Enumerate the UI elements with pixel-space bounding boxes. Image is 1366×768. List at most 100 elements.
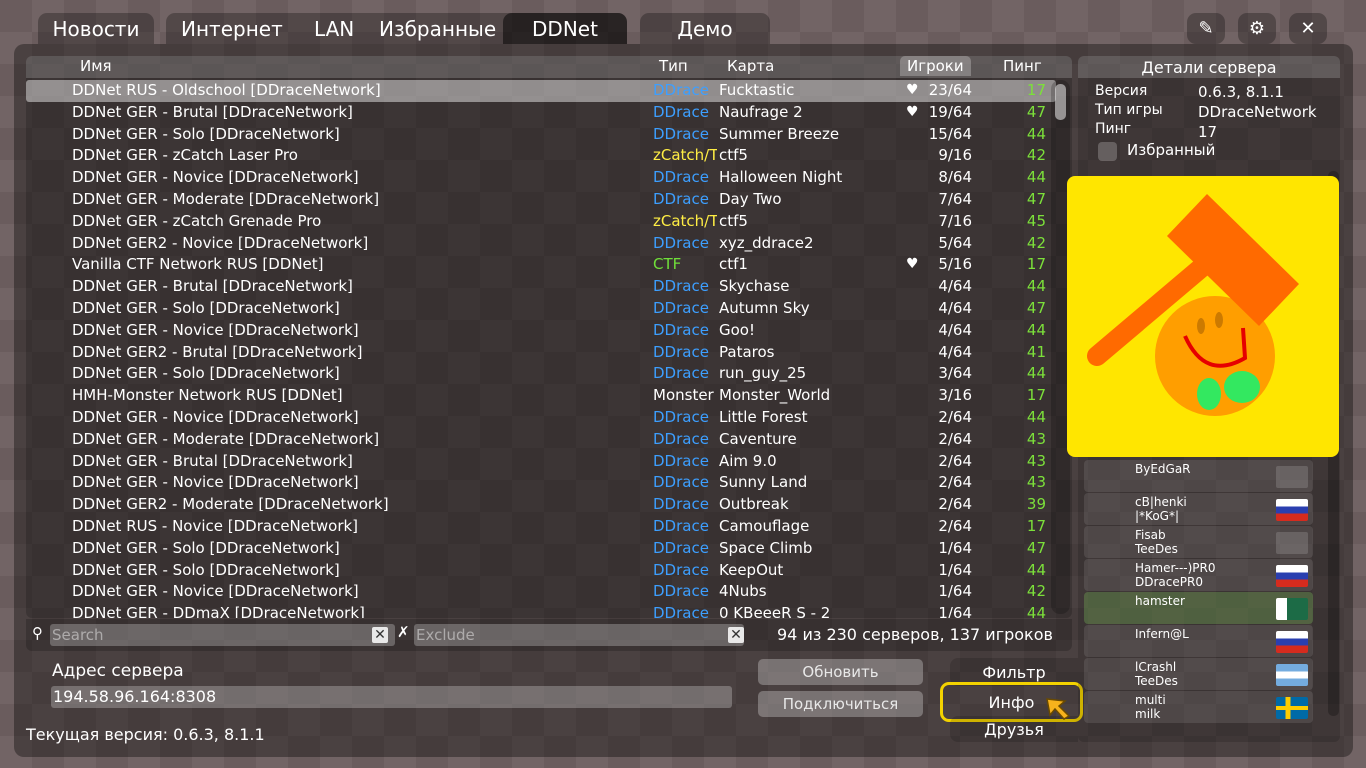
server-ping: 41 (1026, 342, 1046, 361)
server-gametype: DDrace (653, 81, 709, 99)
clear-exclude-button[interactable]: ✕ (728, 627, 744, 643)
column-ping[interactable]: Пинг (1003, 57, 1042, 75)
server-row[interactable]: DDNet GER2 - Brutal [DDraceNetwork] DDrac… (26, 342, 1056, 364)
server-row[interactable]: DDNet GER - Novice [DDraceNetwork] DDrace… (26, 472, 1056, 494)
server-row[interactable]: DDNet GER - Brutal [DDraceNetwork] DDrace… (26, 102, 1056, 124)
server-row[interactable]: DDNet GER - Moderate [DDraceNetwork] DDra… (26, 429, 1056, 451)
server-name: DDNet GER - Novice [DDraceNetwork] (72, 473, 359, 492)
flag-ar-icon (1276, 664, 1308, 686)
settings-button[interactable]: ⚙ (1238, 13, 1276, 44)
server-row[interactable]: DDNet GER - Solo [DDraceNetwork] DDrace Au… (26, 298, 1056, 320)
server-row[interactable]: DDNet GER - zCatch Grenade Pro zCatch/T ct… (26, 211, 1056, 233)
edit-button[interactable]: ✎ (1187, 13, 1225, 44)
refresh-button[interactable]: Обновить (758, 659, 923, 685)
server-ping: 45 (1026, 211, 1046, 230)
friend-item[interactable]: Fisab TeeDes (1084, 526, 1313, 558)
server-ping: 47 (1026, 102, 1046, 121)
server-row[interactable]: DDNet GER - Solo [DDraceNetwork] DDrace Su… (26, 124, 1056, 146)
tab-favorites[interactable]: Избранные (379, 13, 496, 44)
clear-search-button[interactable]: ✕ (372, 627, 388, 643)
friend-name: ByEdGaR (1135, 462, 1191, 476)
server-map: 4Nubs (719, 582, 767, 601)
server-row[interactable]: DDNet GER - Novice [DDraceNetwork] DDrace… (26, 320, 1056, 342)
server-gametype: DDrace (653, 408, 709, 426)
search-input[interactable]: Search (50, 624, 395, 646)
friend-name: lCrashl TeeDes (1135, 660, 1178, 688)
server-gametype: DDrace (653, 560, 709, 579)
tab-lan[interactable]: LAN (314, 13, 354, 44)
column-name[interactable]: Имя (80, 57, 112, 75)
server-gametype: DDrace (653, 124, 709, 143)
server-ping: 17 (1026, 517, 1046, 535)
server-row[interactable]: DDNet GER - zCatch Laser Pro zCatch/T ctf5… (26, 145, 1056, 167)
friend-name: Infern@L (1135, 627, 1189, 641)
favorite-checkbox[interactable] (1098, 142, 1117, 161)
server-row[interactable]: DDNet GER2 - Novice [DDraceNetwork] DDrac… (26, 233, 1056, 255)
server-name: DDNet GER - zCatch Laser Pro (72, 146, 298, 165)
friend-item[interactable]: Infern@L (1084, 625, 1313, 657)
flag-ru-icon (1276, 565, 1308, 587)
server-row[interactable]: DDNet RUS - Oldschool [DDraceNetwork] DDr… (26, 80, 1056, 102)
gear-icon: ⚙ (1248, 18, 1266, 39)
server-row[interactable]: DDNet GER - Novice [DDraceNetwork] DDrace… (26, 407, 1056, 429)
column-map[interactable]: Карта (727, 57, 774, 75)
server-map: Day Two (719, 190, 782, 208)
tab-demo[interactable]: Демо (640, 13, 770, 44)
server-row[interactable]: DDNet GER - Solo [DDraceNetwork] DDrace ru… (26, 363, 1056, 385)
friend-item[interactable]: cB|henki |*KoG*| (1084, 493, 1313, 525)
server-players: 1/64 (938, 582, 972, 601)
search-icon: ⚲ (32, 624, 43, 642)
server-row[interactable]: DDNet RUS - Novice [DDraceNetwork] DDrace… (26, 516, 1056, 538)
server-row[interactable]: DDNet GER - Novice [DDraceNetwork] DDrace… (26, 167, 1056, 189)
server-row[interactable]: DDNet GER - Novice [DDraceNetwork] DDrace… (26, 581, 1056, 603)
server-players: 2/64 (938, 517, 972, 535)
server-row[interactable]: DDNet GER - Moderate [DDraceNetwork] DDra… (26, 189, 1056, 211)
server-address-label: Адрес сервера (52, 661, 184, 681)
server-row[interactable]: DDNet GER2 - Moderate [DDraceNetwork] DDr… (26, 494, 1056, 516)
exclude-icon: ✗ (397, 623, 410, 641)
server-row[interactable]: DDNet GER - Brutal [DDraceNetwork] DDrace… (26, 276, 1056, 298)
column-type[interactable]: Тип (659, 57, 688, 75)
details-title: Детали сервера (1141, 57, 1277, 77)
server-row[interactable]: Vanilla CTF Network RUS [DDNet] CTF ctf1 ♥ 5… (26, 254, 1056, 276)
tab-ddnet[interactable]: DDNet (503, 13, 627, 44)
server-players: 1/64 (938, 538, 972, 557)
friend-name-line: Hamer---)PR0 (1135, 561, 1216, 575)
friend-name-line: cB|henki (1135, 495, 1187, 509)
server-map: Pataros (719, 342, 775, 361)
friend-item[interactable]: hamster (1084, 592, 1313, 624)
friend-item[interactable]: ByEdGaR (1084, 460, 1313, 492)
server-gametype: zCatch/T (653, 211, 717, 230)
connect-button[interactable]: Подключиться (758, 691, 923, 717)
server-players: 7/64 (938, 190, 972, 208)
server-players: 2/64 (938, 408, 972, 426)
tab-news[interactable]: Новости (38, 13, 154, 44)
friend-clan-line: |*KoG*| (1135, 509, 1179, 523)
scrollbar-thumb[interactable] (1055, 84, 1066, 120)
tab-internet[interactable]: Интернет (181, 13, 283, 44)
server-address-input[interactable]: 194.58.96.164:8308 (51, 686, 732, 708)
friend-name-line: Fisab (1135, 528, 1166, 542)
friend-name-line: lCrashl (1135, 660, 1177, 674)
server-ping: 44 (1026, 604, 1046, 618)
server-map: Naufrage 2 (719, 102, 803, 121)
server-map: ctf1 (719, 255, 748, 274)
favorite-label: Избранный (1127, 141, 1216, 159)
exclude-input[interactable]: Exclude (414, 624, 744, 646)
friend-item[interactable]: Hamer---)PR0 DDracePR0 (1084, 559, 1313, 591)
server-name: DDNet GER - Solo [DDraceNetwork] (72, 364, 340, 383)
server-ping: 47 (1026, 299, 1046, 317)
server-row[interactable]: HMH-Monster Network RUS [DDNet] Monster Mo… (26, 385, 1056, 407)
server-row[interactable]: DDNet GER - Solo [DDraceNetwork] DDrace Sp… (26, 538, 1056, 560)
server-name: DDNet GER - DDmaX [DDraceNetwork] (72, 604, 365, 618)
flag-other-icon (1276, 598, 1308, 620)
server-map: Aim 9.0 (719, 451, 777, 470)
server-row[interactable]: DDNet GER - DDmaX [DDraceNetwork] DDrace 0… (26, 603, 1056, 618)
close-button[interactable]: ✕ (1289, 13, 1327, 44)
friend-name-line: hamster (1135, 594, 1185, 608)
server-row[interactable]: DDNet GER - Brutal [DDraceNetwork] DDrace… (26, 451, 1056, 473)
friend-item[interactable]: multi milk (1084, 691, 1313, 723)
friend-item[interactable]: lCrashl TeeDes (1084, 658, 1313, 690)
column-players[interactable]: Игроки (900, 56, 971, 76)
server-row[interactable]: DDNet GER - Solo [DDraceNetwork] DDrace Ke… (26, 560, 1056, 582)
